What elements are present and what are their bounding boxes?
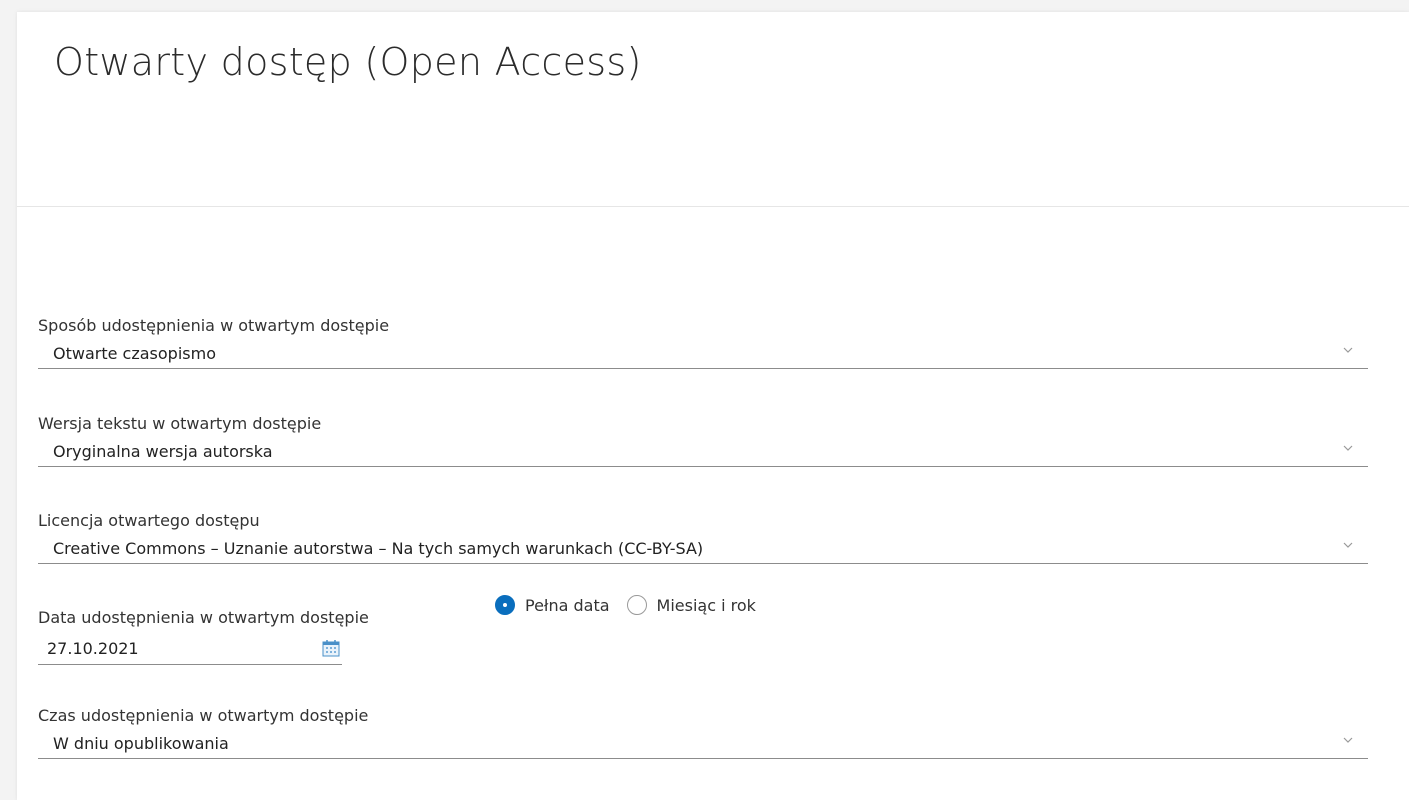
date-format-radio-group: Pełna data Miesiąc i rok	[495, 593, 773, 617]
chevron-down-icon	[1343, 445, 1353, 451]
timing-select[interactable]: W dniu opublikowania	[38, 728, 1368, 759]
header-divider	[17, 206, 1409, 207]
timing-value: W dniu opublikowania	[53, 734, 229, 753]
license-select[interactable]: Creative Commons – Uznanie autorstwa – N…	[38, 533, 1368, 564]
sharing-method-label: Sposób udostępnienia w otwartym dostępie	[38, 316, 390, 335]
page-title: Otwarty dostęp (Open Access)	[54, 40, 642, 84]
date-value: 27.10.2021	[47, 639, 139, 658]
timing-label: Czas udostępnienia w otwartym dostępie	[38, 706, 369, 725]
radio-checked-icon	[495, 595, 515, 615]
sharing-method-field: Sposób udostępnienia w otwartym dostępie…	[38, 316, 1368, 369]
date-label: Data udostępnienia w otwartym dostępie	[38, 608, 369, 627]
date-input[interactable]: 27.10.2021	[38, 634, 342, 665]
text-version-select[interactable]: Oryginalna wersja autorska	[38, 436, 1368, 467]
license-label: Licencja otwartego dostępu	[38, 511, 260, 530]
calendar-icon[interactable]	[321, 638, 341, 658]
text-version-label: Wersja tekstu w otwartym dostępie	[38, 414, 322, 433]
radio-unchecked-icon	[626, 595, 647, 615]
license-field: Licencja otwartego dostępu Creative Comm…	[38, 511, 1368, 564]
open-access-panel: Otwarty dostęp (Open Access)	[17, 12, 1409, 800]
license-value: Creative Commons – Uznanie autorstwa – N…	[53, 539, 704, 558]
radio-month-year[interactable]: Miesiąc i rok	[626, 595, 756, 615]
chevron-down-icon	[1343, 347, 1353, 353]
radio-full-date-label: Pełna data	[525, 595, 610, 615]
chevron-down-icon	[1343, 542, 1353, 548]
date-field: Data udostępnienia w otwartym dostępie 2…	[38, 608, 369, 665]
chevron-down-icon	[1343, 737, 1353, 743]
text-version-value: Oryginalna wersja autorska	[53, 442, 273, 461]
sharing-method-select[interactable]: Otwarte czasopismo	[38, 338, 1368, 369]
sharing-method-value: Otwarte czasopismo	[53, 344, 216, 363]
radio-full-date[interactable]: Pełna data	[495, 595, 610, 615]
timing-field: Czas udostępnienia w otwartym dostępie W…	[38, 706, 1368, 759]
text-version-field: Wersja tekstu w otwartym dostępie Orygin…	[38, 414, 1368, 467]
radio-month-year-label: Miesiąc i rok	[656, 595, 756, 615]
